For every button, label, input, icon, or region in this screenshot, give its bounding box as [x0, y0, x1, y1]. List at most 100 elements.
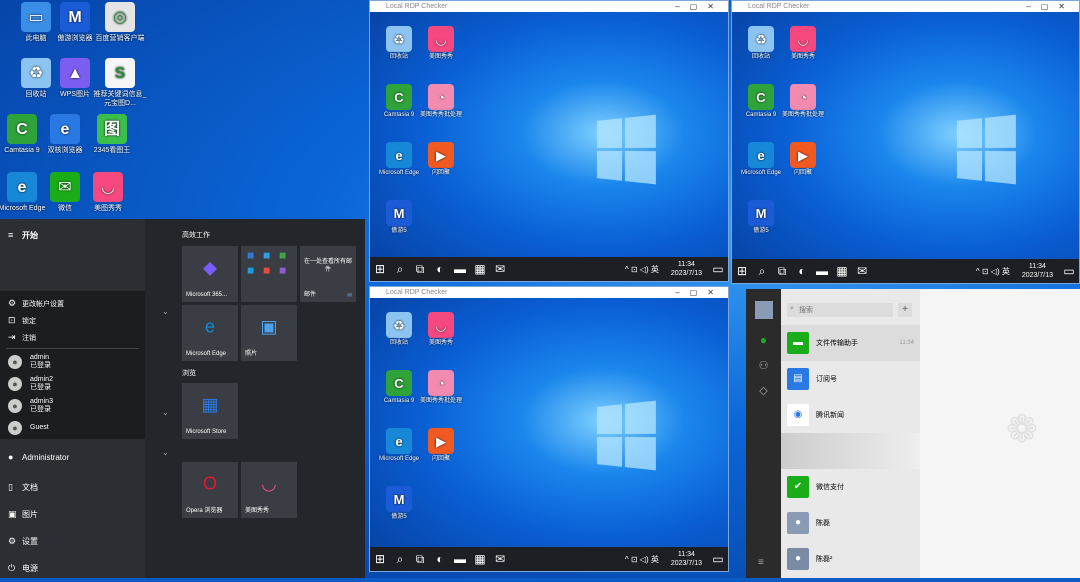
tray-icons[interactable]: ^ ⊡ ◁)	[625, 265, 651, 274]
mail-icon[interactable]: ✉	[490, 262, 510, 276]
window-controls[interactable]: –▢✕	[675, 1, 724, 12]
start-nav-2[interactable]: ⚙ 设置	[0, 528, 145, 555]
remote-icon[interactable]: C Camtasia 9	[738, 84, 784, 119]
remote-icon[interactable]: e Microsoft Edge	[376, 142, 422, 177]
chat-list-item[interactable]: ✔ 微信支付	[781, 469, 920, 505]
remote-icon[interactable]: e Microsoft Edge	[738, 142, 784, 177]
start-tile[interactable]: ▣ 照片	[241, 305, 297, 361]
remote-icon[interactable]: ♻ 回收站	[376, 312, 422, 347]
remote-icon[interactable]: ♻ 回收站	[738, 26, 784, 61]
store-icon[interactable]: ▦	[470, 552, 490, 566]
user-switch-item[interactable]: ● admin2 已登录	[0, 373, 145, 395]
account-menu-item[interactable]: ⇥ 注销	[0, 329, 145, 346]
account-menu-item[interactable]: ⚙ 更改帐户设置	[0, 295, 145, 312]
edge-icon[interactable]: ◐	[792, 264, 812, 278]
task-view-icon[interactable]: ⧉	[772, 264, 792, 279]
clock[interactable]: 11:34 2023/7/13	[1016, 262, 1059, 280]
chat-icon[interactable]: ●	[746, 333, 781, 347]
blurred-chat-item[interactable]	[781, 433, 920, 469]
user-switch-item[interactable]: ● Guest	[0, 417, 145, 439]
mail-icon[interactable]: ✉	[490, 552, 510, 566]
folder-icon[interactable]: ▬	[450, 552, 470, 566]
start-tile[interactable]: O Opera 浏览器	[182, 462, 238, 518]
remote-icon[interactable]: ◡ 美图秀秀	[418, 26, 464, 61]
start-tile[interactable]: ◆ Microsoft 365...	[182, 246, 238, 302]
folder-icon[interactable]: ▬	[812, 264, 832, 278]
remote-icon[interactable]: ◡ 美图秀秀	[780, 26, 826, 61]
chevron-down-icon[interactable]: ⌄	[162, 448, 169, 457]
start-tile[interactable]: ◡ 美图秀秀	[241, 462, 297, 518]
rdp-window-2[interactable]: Local RDP Checker –▢✕ ♻ 回收站 ◡ 美图秀秀 C Camtasia 9…	[731, 0, 1080, 284]
notification-icon[interactable]: ▭	[708, 552, 728, 566]
clock[interactable]: 11:34 2023/7/13	[665, 260, 708, 278]
menu-icon[interactable]: ≡	[758, 557, 764, 568]
chat-list-item[interactable]: ▤ 订阅号	[781, 361, 920, 397]
wechat-window[interactable]: ● ⚇ ◇ ≡ ⌕ + ▬文件传输助手11:34▤订阅号◉腾讯新闻✔微信支付●陈…	[746, 289, 1080, 578]
window-title-bar[interactable]: Local RDP Checker –▢✕	[370, 287, 728, 298]
edge-icon[interactable]: ◐	[430, 262, 450, 276]
store-icon[interactable]: ▦	[832, 264, 852, 278]
start-nav-0[interactable]: ▯ 文档	[0, 474, 145, 501]
remote-icon[interactable]: ▶ 闪回聚	[418, 428, 464, 463]
window-title-bar[interactable]: Local RDP Checker –▢✕	[370, 1, 728, 12]
notification-icon[interactable]: ▭	[708, 262, 728, 276]
clock[interactable]: 11:34 2023/7/13	[665, 550, 708, 568]
system-tray[interactable]: ^ ⊡ ◁) 英	[625, 554, 659, 565]
edge-icon[interactable]: ◐	[430, 552, 450, 566]
store-icon[interactable]: ▦	[470, 262, 490, 276]
mail-tile[interactable]: 在一处查看所有邮件 邮件 ✉	[300, 246, 356, 302]
start-nav-1[interactable]: ▣ 图片	[0, 501, 145, 528]
search-icon[interactable]: ⌕	[752, 264, 772, 279]
folder-icon[interactable]: ▬	[450, 262, 470, 276]
search-icon[interactable]: ⌕	[390, 262, 410, 277]
remote-icon[interactable]: ◔ 美图秀秀批处理	[780, 84, 826, 119]
remote-icon[interactable]: ▶ 闪回聚	[418, 142, 464, 177]
user-switch-item[interactable]: ● admin 已登录	[0, 351, 145, 373]
tray-icons[interactable]: ^ ⊡ ◁)	[625, 555, 651, 564]
remote-icon[interactable]: ◔ 美图秀秀批处理	[418, 370, 464, 405]
windows-start-icon[interactable]: ⊞	[370, 552, 390, 566]
remote-icon[interactable]: M 傲游5	[376, 486, 422, 521]
hamburger-icon[interactable]: ≡	[8, 230, 22, 240]
box-icon[interactable]: ◇	[746, 384, 781, 397]
avatar[interactable]	[754, 301, 773, 319]
chat-list-item[interactable]: ◉ 腾讯新闻	[781, 397, 920, 433]
remote-icon[interactable]: ♻ 回收站	[376, 26, 422, 61]
windows-start-icon[interactable]: ⊞	[370, 262, 390, 276]
rdp-window-1[interactable]: Local RDP Checker –▢✕ ♻ 回收站 ◡ 美图秀秀 C Camtasia 9…	[369, 0, 729, 282]
task-view-icon[interactable]: ⧉	[410, 262, 430, 277]
chevron-down-icon[interactable]: ⌄	[162, 307, 169, 316]
notification-icon[interactable]: ▭	[1059, 264, 1079, 278]
task-view-icon[interactable]: ⧉	[410, 552, 430, 567]
remote-icon[interactable]: e Microsoft Edge	[376, 428, 422, 463]
user-switch-item[interactable]: ● admin3 已登录	[0, 395, 145, 417]
desktop-icon[interactable]: S 推荐关键词信息_元宝图D...	[92, 58, 148, 108]
desktop-icon[interactable]: ◡ 美图秀秀	[80, 172, 136, 213]
current-user[interactable]: ● Administrator	[0, 448, 145, 466]
desktop-icon[interactable]: ◎ 百度营销客户端	[92, 2, 148, 43]
remote-icon[interactable]: ▶ 闪回聚	[780, 142, 826, 177]
window-controls[interactable]: –▢✕	[1026, 1, 1075, 12]
mail-icon[interactable]: ✉	[852, 264, 872, 278]
add-button[interactable]: +	[898, 303, 912, 317]
windows-start-icon[interactable]: ⊞	[732, 264, 752, 278]
tray-icons[interactable]: ^ ⊡ ◁)	[976, 267, 1002, 276]
account-menu-item[interactable]: ⊡ 锁定	[0, 312, 145, 329]
remote-icon[interactable]: ◡ 美图秀秀	[418, 312, 464, 347]
remote-icon[interactable]: ◔ 美图秀秀批处理	[418, 84, 464, 119]
desktop-icon[interactable]: 图 2345看图王	[84, 114, 140, 155]
start-tile[interactable]: ▦ Microsoft Store	[182, 383, 238, 439]
chat-list-item[interactable]: ▬ 文件传输助手 11:34	[781, 325, 920, 361]
search-input[interactable]	[787, 303, 893, 317]
window-controls[interactable]: –▢✕	[675, 287, 724, 298]
office-apps-tile[interactable]: ◼ ◼ ◼ ◼ ◼ ◼	[241, 246, 297, 302]
remote-icon[interactable]: C Camtasia 9	[376, 84, 422, 119]
chat-list-item[interactable]: ● 陈磊²	[781, 541, 920, 577]
window-title-bar[interactable]: Local RDP Checker –▢✕	[732, 1, 1079, 12]
start-tile[interactable]: e Microsoft Edge	[182, 305, 238, 361]
system-tray[interactable]: ^ ⊡ ◁) 英	[976, 266, 1010, 277]
search-icon[interactable]: ⌕	[390, 552, 410, 567]
contacts-icon[interactable]: ⚇	[746, 359, 781, 372]
remote-icon[interactable]: C Camtasia 9	[376, 370, 422, 405]
chat-list-item[interactable]: ● 陈磊	[781, 505, 920, 541]
